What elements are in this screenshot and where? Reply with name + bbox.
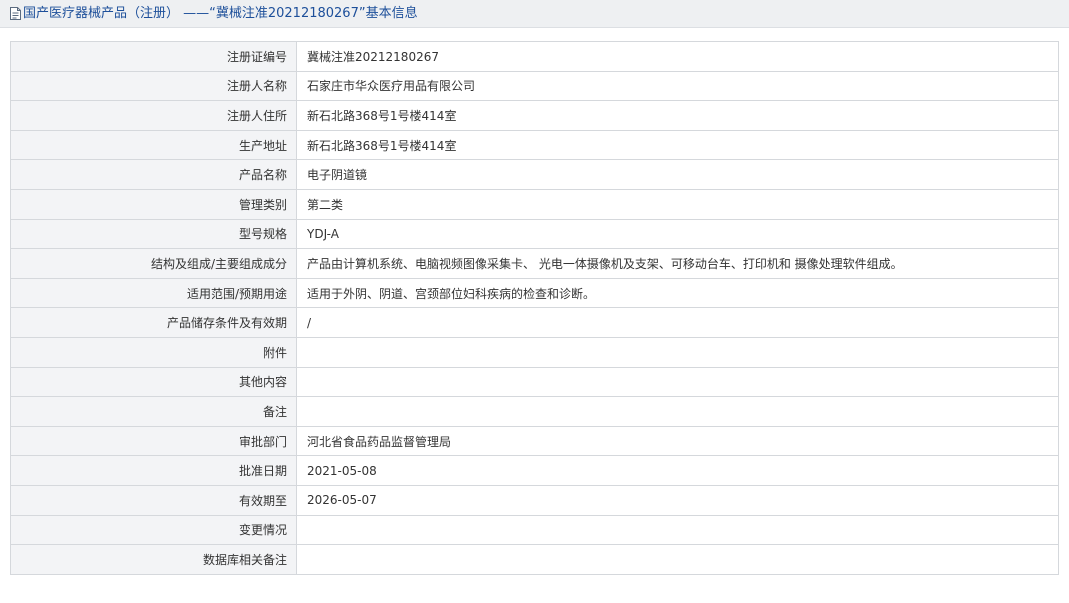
table-row: 审批部门 河北省食品药品监督管理局 [10, 425, 1059, 457]
document-icon [10, 7, 21, 20]
detail-table: 注册证编号 冀械注准20212180267 注册人名称 石家庄市华众医疗用品有限… [10, 41, 1059, 575]
table-row: 附件 [10, 336, 1059, 368]
table-row: 产品储存条件及有效期 / [10, 307, 1059, 338]
row-value-production-address: 新石北路368号1号楼414室 [296, 129, 1059, 161]
row-value-model-spec: YDJ-A [296, 218, 1059, 250]
row-value-remarks [296, 396, 1059, 427]
row-label-registrant-name: 注册人名称 [10, 70, 297, 102]
row-label-database-remarks: 数据库相关备注 [10, 544, 297, 575]
row-value-structure-composition: 产品由计算机系统、电脑视频图像采集卡、 光电一体摄像机及支架、可移动台车、打印机… [296, 248, 1059, 279]
table-row: 备注 [10, 396, 1059, 427]
table-row: 批准日期 2021-05-08 [10, 455, 1059, 486]
row-value-management-category: 第二类 [296, 188, 1059, 220]
row-value-registration-number: 冀械注准20212180267 [296, 41, 1059, 72]
row-label-intended-use: 适用范围/预期用途 [10, 277, 297, 309]
detail-table-body: 注册证编号 冀械注准20212180267 注册人名称 石家庄市华众医疗用品有限… [10, 41, 1059, 575]
title-bar: 国产医疗器械产品（注册） ——“冀械注准20212180267”基本信息 [0, 0, 1069, 28]
row-value-registrant-address: 新石北路368号1号楼414室 [296, 100, 1059, 131]
row-label-valid-until: 有效期至 [10, 484, 297, 516]
row-value-approval-date: 2021-05-08 [296, 455, 1059, 486]
row-label-storage-validity: 产品储存条件及有效期 [10, 307, 297, 338]
row-label-production-address: 生产地址 [10, 129, 297, 161]
row-value-change-history [296, 514, 1059, 546]
row-label-change-history: 变更情况 [10, 514, 297, 546]
table-row: 注册人住所 新石北路368号1号楼414室 [10, 100, 1059, 131]
table-row: 注册人名称 石家庄市华众医疗用品有限公司 [10, 70, 1059, 102]
row-label-remarks: 备注 [10, 396, 297, 427]
row-value-product-name: 电子阴道镜 [296, 159, 1059, 190]
row-value-database-remarks [296, 544, 1059, 575]
row-label-approval-department: 审批部门 [10, 425, 297, 457]
row-value-other-content [296, 366, 1059, 398]
table-row: 产品名称 电子阴道镜 [10, 159, 1059, 190]
table-row: 生产地址 新石北路368号1号楼414室 [10, 129, 1059, 161]
table-row: 管理类别 第二类 [10, 188, 1059, 220]
row-label-other-content: 其他内容 [10, 366, 297, 398]
row-value-attachments [296, 336, 1059, 368]
row-label-attachments: 附件 [10, 336, 297, 368]
row-value-registrant-name: 石家庄市华众医疗用品有限公司 [296, 70, 1059, 102]
page-title: 国产医疗器械产品（注册） ——“冀械注准20212180267”基本信息 [23, 6, 418, 21]
row-value-valid-until: 2026-05-07 [296, 484, 1059, 516]
table-row: 有效期至 2026-05-07 [10, 484, 1059, 516]
table-row: 其他内容 [10, 366, 1059, 398]
table-row: 数据库相关备注 [10, 544, 1059, 575]
table-row: 变更情况 [10, 514, 1059, 546]
row-value-storage-validity: / [296, 307, 1059, 338]
row-label-structure-composition: 结构及组成/主要组成成分 [10, 248, 297, 279]
row-label-product-name: 产品名称 [10, 159, 297, 190]
row-label-management-category: 管理类别 [10, 188, 297, 220]
table-row: 结构及组成/主要组成成分 产品由计算机系统、电脑视频图像采集卡、 光电一体摄像机… [10, 248, 1059, 279]
table-row: 型号规格 YDJ-A [10, 218, 1059, 250]
row-label-registration-number: 注册证编号 [10, 41, 297, 72]
row-label-approval-date: 批准日期 [10, 455, 297, 486]
row-value-approval-department: 河北省食品药品监督管理局 [296, 425, 1059, 457]
row-value-intended-use: 适用于外阴、阴道、宫颈部位妇科疾病的检查和诊断。 [296, 277, 1059, 309]
table-row: 注册证编号 冀械注准20212180267 [10, 41, 1059, 72]
row-label-model-spec: 型号规格 [10, 218, 297, 250]
table-row: 适用范围/预期用途 适用于外阴、阴道、宫颈部位妇科疾病的检查和诊断。 [10, 277, 1059, 309]
row-label-registrant-address: 注册人住所 [10, 100, 297, 131]
